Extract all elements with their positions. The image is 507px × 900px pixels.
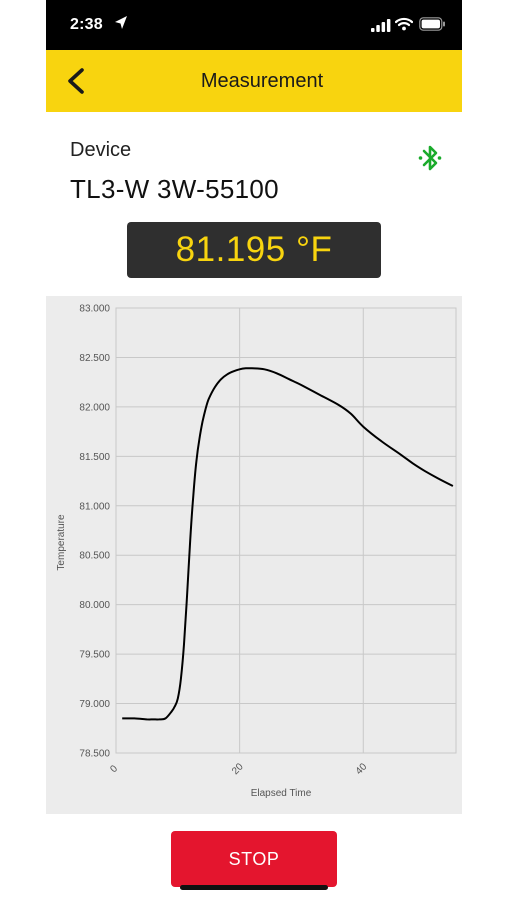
status-bar: 2:38 [46,0,462,50]
y-axis-title: Temperature [56,514,67,571]
status-time: 2:38 [70,16,103,33]
battery-icon [419,17,446,36]
y-tick-label: 81.500 [79,452,110,463]
x-tick-label: 20 [230,761,246,777]
wifi-icon [394,17,414,36]
y-tick-label: 83.000 [79,304,110,315]
phone-screen: 2:38 Measurement Device TL3-W 3W-55100 8… [46,0,462,900]
chart-svg: 78.500 79.000 79.500 80.000 80.500 81.000 81.5… [56,304,457,799]
x-axis-title: Elapsed Time [251,788,312,799]
device-label: Device [70,139,132,161]
bluetooth-icon [417,143,443,178]
temperature-chart: 78.500 79.000 79.500 80.000 80.500 81.000 81.5… [46,296,462,814]
y-tick-label: 82.000 [79,402,110,413]
y-tick-label: 79.500 [79,650,110,661]
x-tick-label: 0 [108,763,120,775]
y-tick-label: 82.500 [79,353,110,364]
x-tick-label: 40 [354,761,370,777]
device-name: TL3-W 3W-55100 [70,174,279,204]
stop-button[interactable]: STOP [171,831,337,887]
temperature-reading: 81.195 °F [127,222,381,278]
home-indicator [180,885,328,890]
y-tick-label: 80.000 [79,600,110,611]
page-title: Measurement [200,70,324,92]
location-arrow-icon [114,15,128,36]
cellular-signal-icon [371,19,391,37]
y-tick-label: 79.000 [79,699,110,710]
plot-background [116,308,456,753]
y-tick-label: 80.500 [79,551,110,562]
y-tick-label: 81.000 [79,501,110,512]
y-tick-label: 78.500 [79,749,110,760]
temperature-value: 81.195 °F [175,230,333,269]
nav-bar: Measurement [46,50,462,112]
